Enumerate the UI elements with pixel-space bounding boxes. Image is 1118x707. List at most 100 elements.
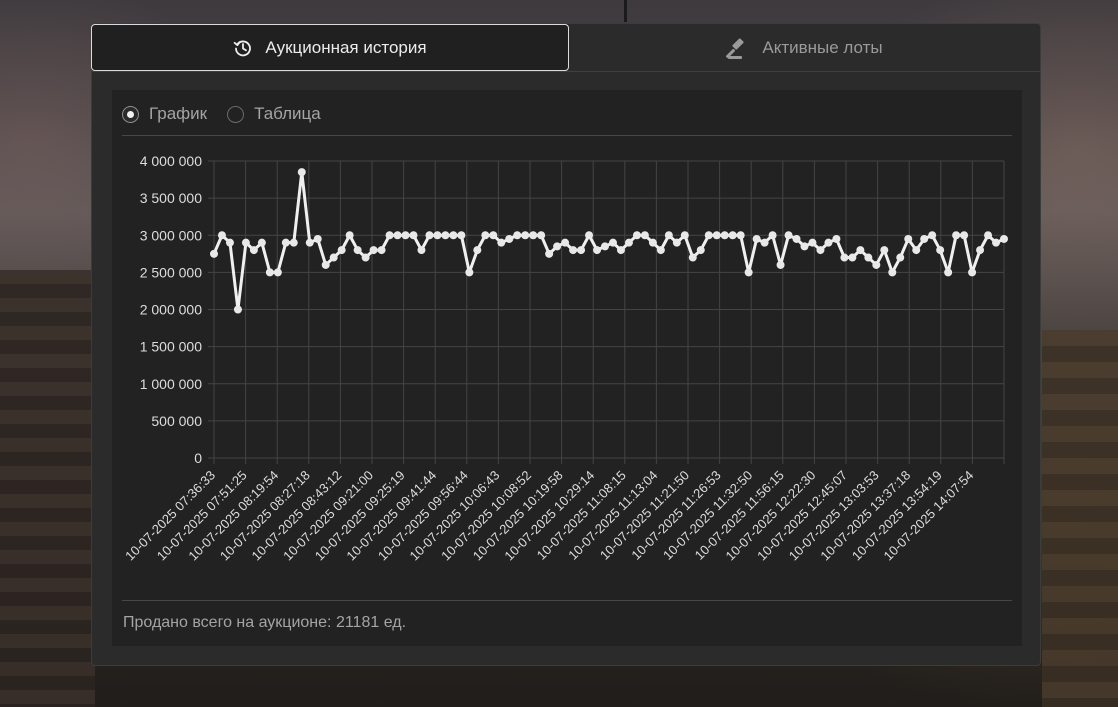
data-point[interactable]: [265, 268, 274, 277]
tab-auction-history[interactable]: Аукционная история: [91, 24, 569, 71]
data-point[interactable]: [273, 268, 282, 277]
data-point[interactable]: [936, 246, 945, 255]
data-point[interactable]: [433, 231, 442, 240]
data-point[interactable]: [305, 238, 314, 247]
data-point[interactable]: [784, 231, 793, 240]
data-point[interactable]: [210, 249, 218, 258]
data-point[interactable]: [824, 238, 833, 247]
data-point[interactable]: [289, 238, 298, 247]
data-point[interactable]: [553, 242, 562, 251]
radio-chart[interactable]: График: [122, 104, 207, 124]
data-point[interactable]: [832, 234, 841, 243]
data-point[interactable]: [369, 246, 378, 255]
data-point[interactable]: [401, 231, 410, 240]
data-point[interactable]: [848, 253, 857, 262]
data-point[interactable]: [728, 231, 737, 240]
data-point[interactable]: [425, 231, 434, 240]
data-point[interactable]: [992, 238, 1001, 247]
data-point[interactable]: [960, 231, 969, 240]
data-point[interactable]: [648, 238, 657, 247]
data-point[interactable]: [736, 231, 745, 240]
data-point[interactable]: [928, 231, 937, 240]
data-point[interactable]: [696, 246, 705, 255]
data-point[interactable]: [409, 231, 418, 240]
data-point[interactable]: [920, 234, 929, 243]
data-point[interactable]: [577, 246, 586, 255]
data-point[interactable]: [688, 253, 697, 262]
data-point[interactable]: [984, 231, 993, 240]
data-point[interactable]: [632, 231, 641, 240]
data-point[interactable]: [840, 253, 849, 262]
data-point[interactable]: [217, 231, 226, 240]
tab-active-lots[interactable]: Активные лоты: [569, 24, 1040, 71]
data-point[interactable]: [329, 253, 338, 262]
data-point[interactable]: [297, 168, 306, 177]
data-point[interactable]: [856, 246, 865, 255]
data-point[interactable]: [505, 234, 514, 243]
data-point[interactable]: [672, 238, 681, 247]
data-point[interactable]: [888, 268, 897, 277]
data-point[interactable]: [912, 246, 921, 255]
data-point[interactable]: [313, 234, 322, 243]
data-point[interactable]: [569, 246, 578, 255]
radio-table[interactable]: Таблица: [227, 104, 321, 124]
data-point[interactable]: [872, 260, 881, 269]
data-point[interactable]: [545, 249, 554, 258]
data-point[interactable]: [640, 231, 649, 240]
radio-button[interactable]: [227, 105, 245, 123]
data-point[interactable]: [656, 246, 665, 255]
data-point[interactable]: [521, 231, 530, 240]
data-point[interactable]: [473, 246, 482, 255]
data-point[interactable]: [720, 231, 729, 240]
data-point[interactable]: [281, 238, 290, 247]
data-point[interactable]: [377, 246, 386, 255]
data-point[interactable]: [952, 231, 961, 240]
data-point[interactable]: [752, 234, 761, 243]
data-point[interactable]: [968, 268, 977, 277]
data-point[interactable]: [361, 253, 370, 262]
data-point[interactable]: [393, 231, 402, 240]
data-point[interactable]: [944, 268, 953, 277]
data-point[interactable]: [449, 231, 458, 240]
data-point[interactable]: [760, 238, 769, 247]
data-point[interactable]: [241, 238, 250, 247]
data-point[interactable]: [345, 231, 354, 240]
data-point[interactable]: [744, 268, 753, 277]
data-point[interactable]: [792, 234, 801, 243]
data-point[interactable]: [385, 231, 394, 240]
data-point[interactable]: [489, 231, 498, 240]
data-point[interactable]: [513, 231, 522, 240]
data-point[interactable]: [585, 231, 594, 240]
data-point[interactable]: [776, 260, 785, 269]
data-point[interactable]: [481, 231, 490, 240]
data-point[interactable]: [976, 246, 985, 255]
data-point[interactable]: [337, 246, 346, 255]
data-point[interactable]: [529, 231, 538, 240]
data-point[interactable]: [680, 231, 689, 240]
data-point[interactable]: [593, 246, 602, 255]
data-point[interactable]: [800, 242, 809, 251]
data-point[interactable]: [712, 231, 721, 240]
data-point[interactable]: [465, 268, 474, 277]
data-point[interactable]: [808, 238, 817, 247]
data-point[interactable]: [249, 246, 258, 255]
data-point[interactable]: [816, 246, 825, 255]
data-point[interactable]: [233, 305, 242, 314]
data-point[interactable]: [353, 246, 362, 255]
data-point[interactable]: [561, 238, 570, 247]
data-point[interactable]: [704, 231, 713, 240]
data-point[interactable]: [321, 260, 330, 269]
data-point[interactable]: [417, 246, 426, 255]
data-point[interactable]: [601, 242, 610, 251]
radio-button-selected[interactable]: [122, 105, 139, 123]
data-point[interactable]: [768, 231, 777, 240]
data-point[interactable]: [457, 231, 466, 240]
data-point[interactable]: [624, 238, 633, 247]
data-point[interactable]: [880, 246, 889, 255]
data-point[interactable]: [896, 253, 905, 262]
data-point[interactable]: [616, 246, 625, 255]
data-point[interactable]: [497, 238, 506, 247]
data-point[interactable]: [257, 238, 266, 247]
data-point[interactable]: [537, 231, 546, 240]
data-point[interactable]: [864, 253, 873, 262]
